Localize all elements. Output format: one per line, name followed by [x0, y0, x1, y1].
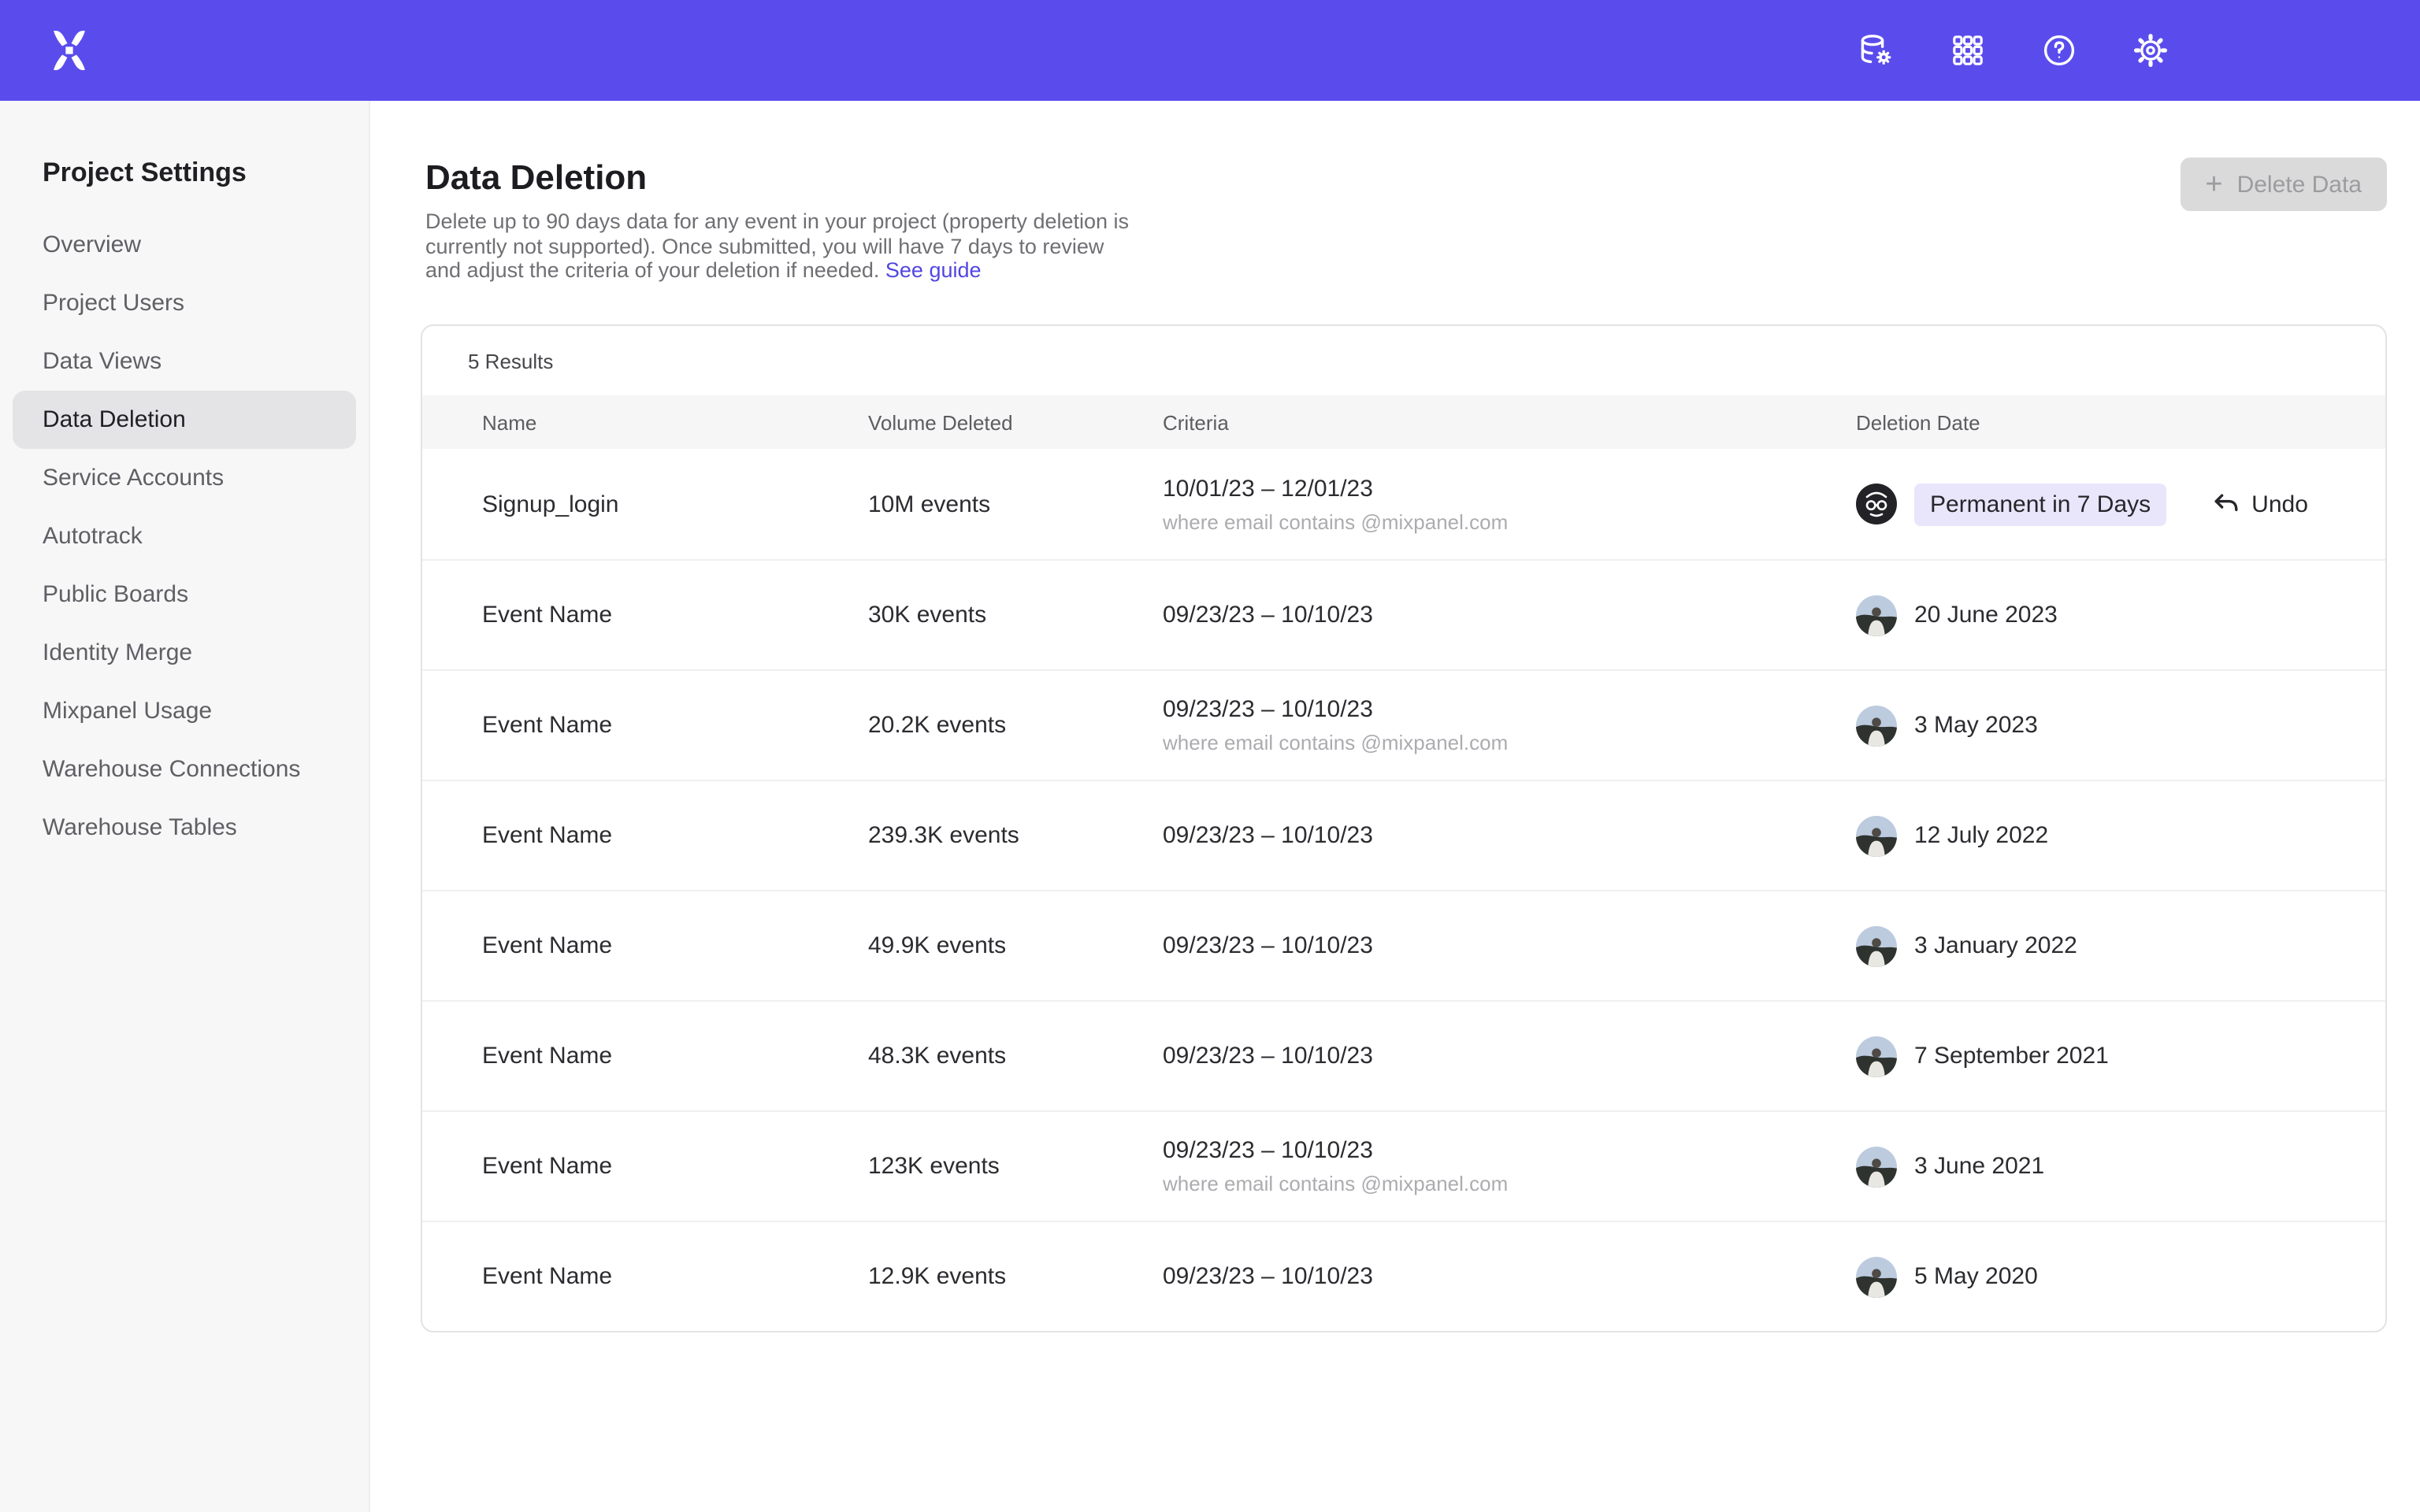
plus-icon: +	[2205, 169, 2222, 199]
sidebar-item-warehouse-tables[interactable]: Warehouse Tables	[0, 799, 369, 857]
sidebar-item-autotrack[interactable]: Autotrack	[0, 507, 369, 565]
criteria-filter: where email contains @mixpanel.com	[1163, 731, 1856, 754]
sidebar-item-public-boards[interactable]: Public Boards	[0, 565, 369, 624]
criteria-date-range: 10/01/23 – 12/01/23	[1163, 475, 1856, 502]
event-name: Signup_login	[482, 491, 619, 517]
user-avatar	[1856, 484, 1897, 524]
sidebar-item-data-views[interactable]: Data Views	[0, 332, 369, 391]
deletion-date: 7 September 2021	[1914, 1043, 2109, 1069]
deletion-date: 20 June 2023	[1914, 602, 2058, 628]
deletion-date: 12 July 2022	[1914, 822, 2048, 849]
topbar	[0, 0, 2420, 101]
event-name: Event Name	[482, 1153, 612, 1180]
event-name: Event Name	[482, 932, 612, 959]
user-avatar	[1856, 705, 1897, 746]
user-avatar	[1856, 815, 1897, 856]
delete-data-button[interactable]: + Delete Data	[2180, 158, 2387, 211]
results-card: 5 Results NameVolume DeletedCriteriaDele…	[421, 324, 2387, 1332]
volume-deleted: 10M events	[868, 491, 990, 517]
sidebar: Project Settings OverviewProject UsersDa…	[0, 101, 370, 1512]
event-name: Event Name	[482, 1043, 612, 1069]
table-row: Event Name 48.3K events 09/23/23 – 10/10/2…	[422, 1000, 2385, 1110]
data-management-icon[interactable]	[1858, 32, 1895, 69]
volume-deleted: 239.3K events	[868, 822, 1019, 849]
volume-deleted: 123K events	[868, 1153, 1000, 1180]
table-row: Event Name 49.9K events 09/23/23 – 10/10/2…	[422, 890, 2385, 1000]
undo-label: Undo	[2251, 491, 2308, 517]
sidebar-nav: OverviewProject UsersData ViewsData Dele…	[0, 216, 369, 857]
volume-deleted: 49.9K events	[868, 932, 1006, 959]
page-title: Data Deletion	[425, 158, 2420, 198]
criteria-filter: where email contains @mixpanel.com	[1163, 1172, 1856, 1195]
column-header-name: Name	[482, 410, 868, 434]
table-row: Event Name 30K events 09/23/23 – 10/10/23 2…	[422, 559, 2385, 669]
sidebar-item-overview[interactable]: Overview	[0, 216, 369, 274]
user-avatar	[1856, 595, 1897, 636]
table-body: Signup_login 10M events 10/01/23 – 12/01/2…	[422, 449, 2385, 1331]
sidebar-title: Project Settings	[43, 158, 369, 189]
mixpanel-logo-icon[interactable]	[44, 25, 95, 76]
event-name: Event Name	[482, 712, 612, 739]
page-description-text: Delete up to 90 days data for any event …	[425, 209, 1129, 282]
column-header-volume-deleted: Volume Deleted	[868, 410, 1163, 434]
criteria-date-range: 09/23/23 – 10/10/23	[1163, 1137, 1856, 1164]
criteria-date-range: 09/23/23 – 10/10/23	[1163, 1043, 1856, 1069]
deletion-date: 3 January 2022	[1914, 932, 2077, 959]
criteria-date-range: 09/23/23 – 10/10/23	[1163, 822, 1856, 849]
deletion-date: 3 June 2021	[1914, 1153, 2044, 1180]
results-count: 5 Results	[422, 326, 2385, 395]
table-row: Event Name 123K events 09/23/23 – 10/10/23…	[422, 1110, 2385, 1221]
table-row: Event Name 20.2K events 09/23/23 – 10/10/2…	[422, 669, 2385, 780]
volume-deleted: 48.3K events	[868, 1043, 1006, 1069]
undo-icon	[2212, 491, 2240, 517]
deletion-date: 5 May 2020	[1914, 1263, 2038, 1290]
main-content: Data Deletion Delete up to 90 days data …	[370, 101, 2420, 1512]
user-avatar	[1856, 1256, 1897, 1297]
sidebar-item-mixpanel-usage[interactable]: Mixpanel Usage	[0, 682, 369, 740]
delete-data-button-label: Delete Data	[2237, 171, 2362, 198]
status-badge: Permanent in 7 Days	[1914, 483, 2166, 525]
criteria-date-range: 09/23/23 – 10/10/23	[1163, 1263, 1856, 1290]
help-icon[interactable]	[2040, 32, 2078, 69]
see-guide-link[interactable]: See guide	[885, 258, 982, 282]
table-row: Event Name 12.9K events 09/23/23 – 10/10/2…	[422, 1221, 2385, 1331]
apps-grid-icon[interactable]	[1949, 32, 1987, 69]
table-header: NameVolume DeletedCriteriaDeletion Date	[422, 395, 2385, 449]
topbar-icon-group	[1858, 32, 2169, 69]
sidebar-item-warehouse-connections[interactable]: Warehouse Connections	[0, 740, 369, 799]
volume-deleted: 20.2K events	[868, 712, 1006, 739]
user-avatar	[1856, 1146, 1897, 1187]
sidebar-item-service-accounts[interactable]: Service Accounts	[0, 449, 369, 507]
volume-deleted: 12.9K events	[868, 1263, 1006, 1290]
table-row: Event Name 239.3K events 09/23/23 – 10/10/…	[422, 780, 2385, 890]
app-window: Project Settings OverviewProject UsersDa…	[0, 0, 2420, 1512]
sidebar-item-data-deletion[interactable]: Data Deletion	[13, 391, 356, 449]
column-header-deletion-date: Deletion Date	[1856, 410, 2354, 434]
page-description: Delete up to 90 days data for any event …	[425, 209, 1138, 283]
event-name: Event Name	[482, 1263, 612, 1290]
criteria-date-range: 09/23/23 – 10/10/23	[1163, 932, 1856, 959]
deletion-date: 3 May 2023	[1914, 712, 2038, 739]
undo-button[interactable]: Undo	[2212, 491, 2308, 517]
criteria-filter: where email contains @mixpanel.com	[1163, 510, 1856, 533]
sidebar-item-project-users[interactable]: Project Users	[0, 274, 369, 332]
criteria-date-range: 09/23/23 – 10/10/23	[1163, 602, 1856, 628]
settings-icon[interactable]	[2132, 32, 2169, 69]
user-avatar	[1856, 1036, 1897, 1077]
table-row: Signup_login 10M events 10/01/23 – 12/01/2…	[422, 449, 2385, 559]
volume-deleted: 30K events	[868, 602, 986, 628]
column-header-criteria: Criteria	[1163, 410, 1856, 434]
user-avatar	[1856, 925, 1897, 966]
event-name: Event Name	[482, 602, 612, 628]
criteria-date-range: 09/23/23 – 10/10/23	[1163, 696, 1856, 723]
event-name: Event Name	[482, 822, 612, 849]
sidebar-item-identity-merge[interactable]: Identity Merge	[0, 624, 369, 682]
